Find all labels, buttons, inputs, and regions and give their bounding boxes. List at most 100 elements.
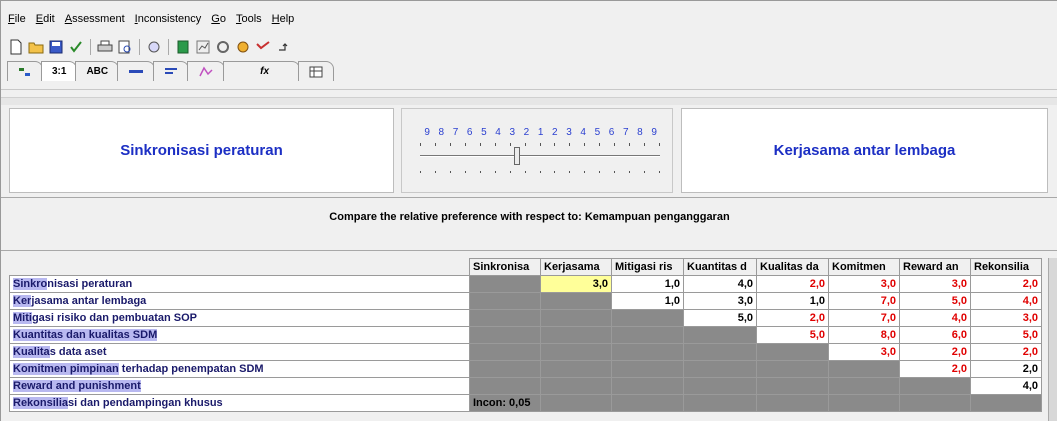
menu-go[interactable]: Go [210, 13, 227, 31]
save-icon[interactable] [47, 38, 65, 56]
column-header[interactable]: Kualitas da [756, 258, 829, 276]
scale-tick [599, 143, 601, 146]
matrix-cell[interactable]: 5,0 [970, 326, 1042, 344]
chart-icon[interactable] [194, 38, 212, 56]
row-header[interactable]: Kualitas data aset [9, 343, 470, 361]
menu-file[interactable]: File [7, 13, 27, 31]
arrow-right-icon[interactable] [274, 38, 292, 56]
tab-questionnaire[interactable] [153, 61, 190, 81]
column-header[interactable]: Rekonsilia [970, 258, 1042, 276]
scale-tick [479, 171, 481, 173]
matrix-cell[interactable]: 3,0 [970, 309, 1042, 327]
row-header-text: terhadap penempatan SDM [118, 363, 264, 375]
print-preview-icon[interactable] [116, 38, 134, 56]
matrix-cell-disabled [828, 377, 900, 395]
matrix-cell-disabled [611, 360, 684, 378]
menu-tools[interactable]: Tools [235, 13, 263, 31]
row-header[interactable]: Kerjasama antar lembaga [9, 292, 470, 310]
row-header[interactable]: Rekonsiliasi dan pendampingan khusus [9, 394, 470, 412]
scale-tick [449, 171, 451, 173]
column-header[interactable]: Mitigasi ris [611, 258, 684, 276]
right-node-box[interactable]: Kerjasama antar lembaga [681, 108, 1048, 193]
matrix-cell[interactable]: 2,0 [899, 360, 971, 378]
tab-formula[interactable]: fx [223, 61, 301, 81]
column-header[interactable]: Kuantitas d [683, 258, 757, 276]
scale-tick [539, 143, 541, 146]
matrix-cell-disabled [611, 394, 684, 412]
tab-sensitivity[interactable] [187, 61, 226, 81]
network-icon[interactable] [214, 38, 232, 56]
scale-tick [494, 171, 496, 173]
matrix-cell[interactable]: 5,0 [899, 292, 971, 310]
calculator-icon[interactable] [174, 38, 192, 56]
panel-divider [1, 197, 1057, 198]
matrix-cell[interactable]: 5,0 [756, 326, 829, 344]
matrix-body: Sinkronisasi peraturan 3,0 1,0 4,0 2,0 3,0 3,0… [9, 275, 1042, 412]
matrix-cell-disabled [469, 377, 541, 395]
tab-numerical[interactable]: 3:1 [41, 61, 78, 81]
matrix-cell[interactable]: 2,0 [899, 343, 971, 361]
column-header[interactable]: Komitmen [828, 258, 900, 276]
arrow-sign-icon[interactable] [254, 38, 272, 56]
scale-tick [434, 171, 436, 173]
scale-tick [659, 171, 660, 173]
matrix-cell[interactable]: 2,0 [970, 360, 1042, 378]
matrix-cell[interactable]: 5,0 [683, 309, 757, 327]
row-header[interactable]: Reward and punishment [9, 377, 470, 395]
open-icon[interactable] [27, 38, 45, 56]
matrix-cell[interactable]: 2,0 [970, 343, 1042, 361]
matrix-cell[interactable]: 3,0 [683, 292, 757, 310]
matrix-cell[interactable]: 4,0 [683, 275, 757, 293]
menu-help[interactable]: Help [271, 13, 296, 31]
wizard-icon[interactable] [145, 38, 163, 56]
matrix-cell[interactable]: 2,0 [756, 275, 829, 293]
matrix-cell[interactable]: 4,0 [970, 377, 1042, 395]
matrix-cell[interactable]: 8,0 [828, 326, 900, 344]
table-row: Rekonsiliasi dan pendampingan khusus Inco… [9, 394, 1042, 412]
matrix-cell[interactable]: 3,0 [828, 343, 900, 361]
matrix-cell[interactable]: 2,0 [970, 275, 1042, 293]
row-header[interactable]: Komitmen pimpinan terhadap penempatan SD… [9, 360, 470, 378]
matrix-cell-disabled [683, 360, 757, 378]
matrix-cell[interactable]: 4,0 [899, 309, 971, 327]
matrix-cell[interactable]: 4,0 [970, 292, 1042, 310]
scale-tick [584, 171, 586, 173]
vertical-scrollbar[interactable] [1048, 258, 1057, 421]
new-icon[interactable] [7, 38, 25, 56]
tab-matrix[interactable] [298, 61, 335, 81]
refresh-icon[interactable] [234, 38, 252, 56]
menu-edit[interactable]: Edit [35, 13, 56, 31]
matrix-cell[interactable]: 3,0 [828, 275, 900, 293]
matrix-header-row: Sinkronisa Kerjasama Mitigasi ris Kuanti… [9, 258, 1042, 276]
tab-graphical[interactable] [117, 61, 156, 81]
column-header[interactable]: Reward an [899, 258, 971, 276]
matrix-cell[interactable]: 7,0 [828, 292, 900, 310]
row-header[interactable]: Kuantitas dan kualitas SDM [9, 326, 470, 344]
matrix-cell[interactable]: 6,0 [899, 326, 971, 344]
tab-verbal[interactable]: ABC [75, 61, 120, 81]
menu-assessment[interactable]: Assessment [64, 13, 126, 31]
slider-track[interactable] [420, 155, 660, 157]
matrix-cell[interactable]: 2,0 [756, 309, 829, 327]
tab-tree[interactable] [7, 61, 43, 81]
matrix-cell[interactable]: 3,0 [899, 275, 971, 293]
menu-inconsistency[interactable]: Inconsistency [134, 13, 203, 31]
matrix-cell[interactable]: 1,0 [611, 275, 684, 293]
matrix-cell[interactable]: 7,0 [828, 309, 900, 327]
column-header[interactable]: Kerjasama [540, 258, 612, 276]
left-node-box[interactable]: Sinkronisasi peraturan [9, 108, 394, 193]
row-header[interactable]: Mitigasi risiko dan pembuatan SOP [9, 309, 470, 327]
matrix-cell[interactable]: 3,0 [540, 275, 612, 293]
slider-thumb[interactable] [514, 147, 521, 165]
print-icon[interactable] [96, 38, 114, 56]
matrix-cell[interactable]: 1,0 [611, 292, 684, 310]
scale-number: 9 [651, 127, 657, 138]
scale-tick [524, 171, 526, 173]
matrix-cell[interactable]: 1,0 [756, 292, 829, 310]
matrix-cell-disabled [469, 326, 541, 344]
matrix-cell-disabled [469, 309, 541, 327]
column-header[interactable]: Sinkronisa [469, 258, 541, 276]
row-header[interactable]: Sinkronisasi peraturan [9, 275, 470, 293]
row-header-highlight: Ker [13, 295, 32, 307]
checkmark-icon[interactable] [67, 38, 85, 56]
